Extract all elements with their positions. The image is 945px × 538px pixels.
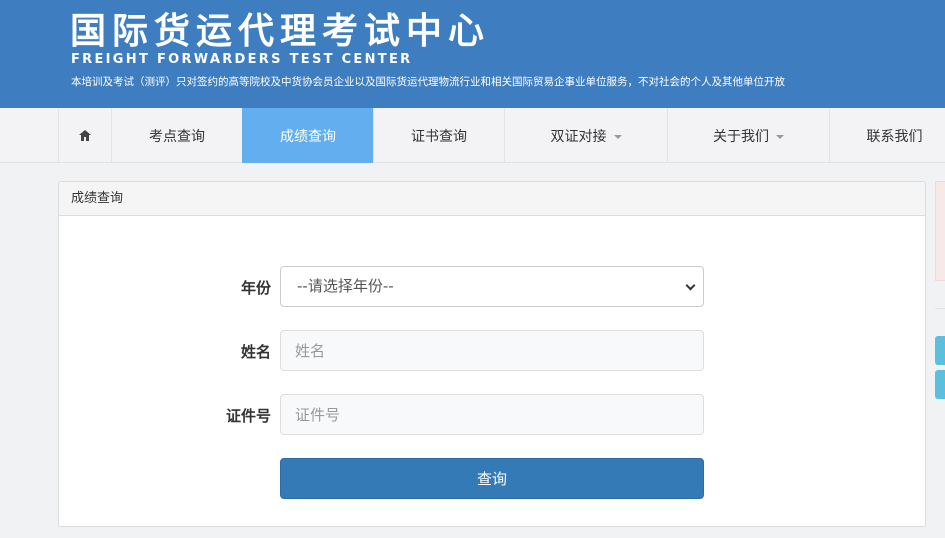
caret-down-icon	[776, 134, 784, 139]
side-notice-panel	[935, 181, 945, 281]
nav-item-label: 证书查询	[411, 128, 467, 145]
nav-item-certificate-query[interactable]: 证书查询	[373, 108, 504, 163]
year-label: 年份	[240, 279, 271, 297]
score-query-panel: 成绩查询 年份 --请选择年份-- 姓名 证件号 查询	[58, 181, 926, 527]
site-description: 本培训及考试（测评）只对签约的高等院校及中货协会员企业以及国际货运代理物流行业和…	[71, 76, 785, 88]
name-input[interactable]	[280, 330, 704, 371]
home-icon	[79, 130, 91, 141]
nav-item-label: 考点查询	[149, 128, 205, 145]
nav-item-label: 联系我们	[866, 128, 923, 145]
year-select-value: --请选择年份--	[297, 277, 394, 295]
nav-item-contact-us[interactable]: 联系我们	[829, 108, 945, 163]
nav-item-score-query[interactable]: 成绩查询	[242, 108, 373, 163]
cert-number-label: 证件号	[225, 407, 271, 425]
cert-number-input[interactable]	[280, 394, 704, 435]
nav-item-label: 关于我们	[713, 128, 769, 145]
side-divider	[935, 308, 945, 309]
site-title: 国际货运代理考试中心	[70, 11, 491, 52]
nav-item-dual-certificate[interactable]: 双证对接	[504, 108, 667, 163]
panel-heading: 成绩查询	[59, 182, 925, 216]
nav-item-label: 双证对接	[550, 128, 607, 145]
site-subtitle: FREIGHT FORWARDERS TEST CENTER	[71, 52, 413, 67]
year-select[interactable]: --请选择年份--	[280, 266, 704, 307]
nav-item-about-us[interactable]: 关于我们	[667, 108, 829, 163]
query-button[interactable]: 查询	[280, 458, 704, 499]
caret-down-icon	[613, 134, 622, 139]
side-button[interactable]	[935, 370, 945, 399]
nav-item-label: 成绩查询	[280, 128, 336, 145]
chevron-down-icon	[685, 280, 696, 291]
name-label: 姓名	[240, 343, 271, 361]
site-header: 国际货运代理考试中心 FREIGHT FORWARDERS TEST CENTE…	[0, 0, 945, 108]
main-nav: 考点查询 成绩查询 证书查询 双证对接 关于我们 联系我们	[0, 108, 945, 163]
side-button[interactable]	[935, 336, 945, 365]
nav-item-exam-sites[interactable]: 考点查询	[111, 108, 242, 163]
nav-home[interactable]	[58, 108, 111, 163]
